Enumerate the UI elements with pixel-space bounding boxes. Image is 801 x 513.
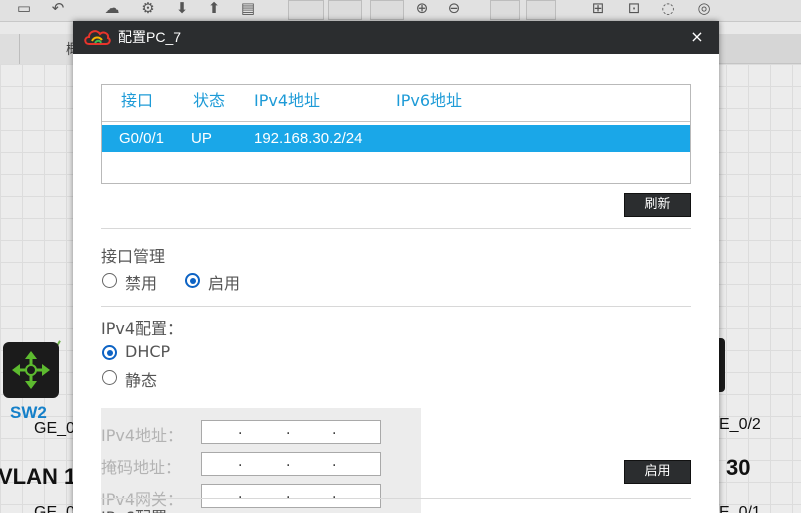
port-label: GE_0	[34, 420, 75, 437]
palette-icon[interactable]	[328, 0, 362, 20]
add-item-icon[interactable]: ⊡	[624, 0, 644, 18]
stop-icon[interactable]	[526, 0, 556, 20]
switch-device[interactable]	[3, 342, 59, 398]
cloud-logo-icon	[84, 30, 111, 45]
radio-static[interactable]	[102, 370, 117, 385]
iface-mgmt-title: 接口管理	[101, 247, 166, 266]
port-label: GE_0	[34, 504, 75, 513]
ipv4-address-input[interactable]: . . .	[201, 420, 381, 444]
ipv4-gateway-input[interactable]: . . .	[201, 484, 381, 508]
cell-ipv4: 192.168.30.2/24	[254, 130, 363, 147]
clipboard-icon[interactable]: ▤	[238, 0, 258, 18]
ip-separator: .	[286, 454, 291, 470]
grid-icon[interactable]	[370, 0, 404, 20]
ip-separator: .	[332, 454, 337, 470]
add-ellipse-icon[interactable]: ◌	[658, 0, 678, 18]
ip-separator: .	[286, 422, 291, 438]
divider	[101, 306, 691, 307]
zoom-out-icon[interactable]: ⊖	[444, 0, 464, 18]
add-frame-icon[interactable]: ⊞	[588, 0, 608, 18]
ip-separator: .	[332, 486, 337, 502]
dialog-titlebar[interactable]: 配置PC_7 ×	[73, 21, 719, 54]
divider	[101, 228, 691, 229]
tab-blank[interactable]	[0, 34, 20, 64]
zoom-in-icon[interactable]: ⊕	[412, 0, 432, 18]
config-dialog: 配置PC_7 × 接口 状态 IPv4地址 IPv6地址 G0/0/1 UP 1…	[73, 21, 719, 513]
column-header[interactable]: IPv6地址	[396, 85, 462, 117]
settings-icon[interactable]: ⚙	[138, 0, 158, 18]
switch-icon	[12, 351, 50, 389]
undo-icon[interactable]: ↶	[48, 0, 68, 18]
main-toolbar: ▭ ↶ ☁ ⚙ ⬇ ⬆ ▤ ⊕ ⊖ ⊞ ⊡ ◌ ◎	[0, 0, 801, 22]
cloud-icon[interactable]: ☁	[102, 0, 122, 18]
ipv4-config-title: IPv4配置：	[101, 319, 184, 338]
play-icon[interactable]	[490, 0, 520, 20]
close-icon: ×	[690, 27, 704, 46]
vlan-label: VLAN 1	[0, 464, 77, 489]
mask-address-input[interactable]: . . .	[201, 452, 381, 476]
port-label: E_0/2	[719, 416, 761, 433]
device-edge	[719, 338, 725, 392]
close-button[interactable]: ×	[687, 27, 707, 47]
column-header[interactable]: IPv4地址	[254, 85, 320, 117]
port-label: E_0/1	[719, 504, 761, 513]
radio-dhcp[interactable]	[102, 345, 117, 360]
column-header[interactable]: 状态	[193, 85, 225, 117]
column-header[interactable]: 接口	[121, 85, 153, 117]
dialog-content: 接口 状态 IPv4地址 IPv6地址 G0/0/1 UP 192.168.30…	[101, 54, 691, 513]
header-divider	[102, 121, 690, 122]
vlan-number-label: 30	[726, 455, 751, 480]
interface-table: 接口 状态 IPv4地址 IPv6地址 G0/0/1 UP 192.168.30…	[101, 84, 691, 184]
upload-icon[interactable]: ⬆	[204, 0, 224, 18]
ip-separator: .	[238, 454, 243, 470]
apply-button[interactable]: 启用	[624, 460, 691, 484]
ip-separator: .	[332, 422, 337, 438]
capture-icon[interactable]: ◎	[694, 0, 714, 18]
download-icon[interactable]: ⬇	[172, 0, 192, 18]
ip-separator: .	[238, 422, 243, 438]
ipv4-address-label: IPv4地址：	[101, 426, 184, 445]
radio-enable-label[interactable]: 启用	[208, 270, 240, 294]
cell-interface: G0/0/1	[119, 130, 165, 147]
radio-disable[interactable]	[102, 273, 117, 288]
radio-static-label[interactable]: 静态	[125, 367, 157, 391]
screenshot-icon[interactable]	[288, 0, 324, 20]
dialog-title: 配置PC_7	[118, 29, 182, 45]
save-icon[interactable]: ▭	[14, 0, 34, 18]
ip-separator: .	[286, 486, 291, 502]
divider	[101, 498, 691, 499]
table-row[interactable]: G0/0/1 UP 192.168.30.2/24	[102, 125, 690, 152]
ipv6-config-title: IPv6配置	[101, 504, 167, 513]
cell-status: UP	[191, 130, 212, 147]
refresh-button[interactable]: 刷新	[624, 193, 691, 217]
radio-dhcp-label[interactable]: DHCP	[125, 342, 170, 361]
ip-separator: .	[238, 486, 243, 502]
radio-disable-label[interactable]: 禁用	[125, 270, 157, 294]
radio-enable[interactable]	[185, 273, 200, 288]
mask-address-label: 掩码地址：	[101, 458, 182, 477]
